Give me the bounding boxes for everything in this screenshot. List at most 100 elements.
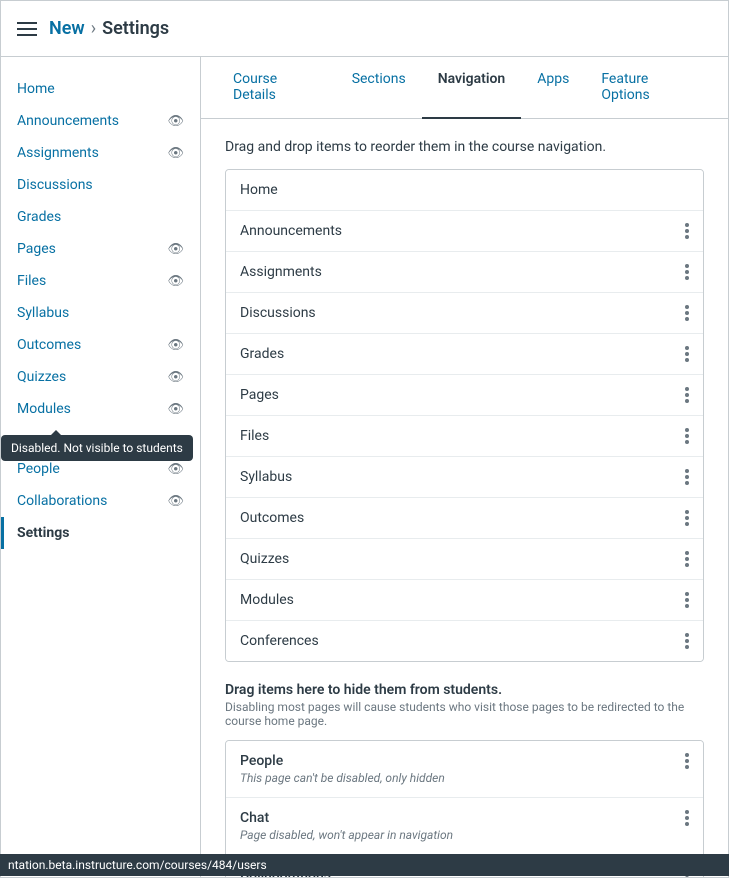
tab-apps[interactable]: Apps (521, 57, 585, 119)
sidebar: Home Announcements 👁 Assignments 👁 Discu… (1, 57, 201, 877)
sidebar-item-settings[interactable]: Settings (1, 517, 200, 549)
eye-icon-files[interactable]: 👁 (167, 274, 184, 289)
nav-item-quizzes[interactable]: Quizzes (226, 539, 703, 580)
hide-item-desc-chat: Page disabled, won't appear in navigatio… (240, 828, 453, 842)
menu-dots-outcomes[interactable] (685, 510, 689, 526)
hide-item-desc-people: This page can't be disabled, only hidden (240, 771, 445, 785)
sidebar-item-modules[interactable]: Modules 👁 Disabled. Not visible to stude… (1, 393, 200, 425)
sidebar-link-syllabus[interactable]: Syllabus (17, 305, 69, 321)
sidebar-item-discussions[interactable]: Discussions (1, 169, 200, 201)
navigation-content: Drag and drop items to reorder them in t… (201, 119, 728, 877)
sidebar-item-files[interactable]: Files 👁 (1, 265, 200, 297)
hide-item-people[interactable]: People This page can't be disabled, only… (226, 741, 703, 798)
sidebar-link-discussions[interactable]: Discussions (17, 177, 93, 193)
nav-item-syllabus[interactable]: Syllabus (226, 457, 703, 498)
hide-item-name-people: People (240, 753, 445, 769)
sidebar-link-pages[interactable]: Pages (17, 241, 56, 257)
menu-dots-files[interactable] (685, 428, 689, 444)
sidebar-link-outcomes[interactable]: Outcomes (17, 337, 81, 353)
nav-item-files[interactable]: Files (226, 416, 703, 457)
sidebar-item-home[interactable]: Home (1, 73, 200, 105)
eye-icon-outcomes[interactable]: 👁 (167, 338, 184, 353)
hide-title-text: Drag items here to hide them from studen… (225, 682, 704, 698)
sidebar-link-announcements[interactable]: Announcements (17, 113, 119, 129)
sidebar-link-assignments[interactable]: Assignments (17, 145, 99, 161)
nav-item-name-grades: Grades (240, 346, 284, 362)
sidebar-link-settings: Settings (17, 525, 69, 541)
nav-item-name-assignments: Assignments (240, 264, 322, 280)
page-layout: Home Announcements 👁 Assignments 👁 Discu… (1, 57, 728, 877)
nav-item-name-quizzes: Quizzes (240, 551, 289, 567)
hide-item-chat[interactable]: Chat Page disabled, won't appear in navi… (226, 798, 703, 855)
eye-icon-pages[interactable]: 👁 (167, 242, 184, 257)
tab-feature-options[interactable]: Feature Options (585, 57, 712, 119)
nav-item-discussions[interactable]: Discussions (226, 293, 703, 334)
sidebar-link-files[interactable]: Files (17, 273, 46, 289)
sidebar-link-collaborations[interactable]: Collaborations (17, 493, 107, 509)
menu-dots-quizzes[interactable] (685, 551, 689, 567)
menu-dots-conferences[interactable] (685, 633, 689, 649)
sidebar-item-assignments[interactable]: Assignments 👁 (1, 137, 200, 169)
nav-item-conferences[interactable]: Conferences (226, 621, 703, 661)
menu-dots-hide-people[interactable] (685, 753, 689, 769)
sidebar-item-collaborations[interactable]: Collaborations 👁 (1, 485, 200, 517)
menu-dots-assignments[interactable] (685, 264, 689, 280)
nav-item-name-conferences: Conferences (240, 633, 319, 649)
hide-subtitle-text: Disabling most pages will cause students… (225, 700, 704, 728)
menu-dots-discussions[interactable] (685, 305, 689, 321)
hide-item-text-chat: Chat Page disabled, won't appear in navi… (240, 810, 453, 842)
nav-item-home[interactable]: Home (226, 170, 703, 211)
eye-icon-assignments[interactable]: 👁 (167, 146, 184, 161)
nav-item-pages[interactable]: Pages (226, 375, 703, 416)
tab-navigation[interactable]: Navigation (422, 57, 522, 119)
settings-tabs: Course Details Sections Navigation Apps … (201, 57, 728, 119)
sidebar-link-modules[interactable]: Modules (17, 401, 71, 417)
drag-hint-text: Drag and drop items to reorder them in t… (225, 139, 704, 155)
nav-item-name-announcements: Announcements (240, 223, 342, 239)
sidebar-item-announcements[interactable]: Announcements 👁 (1, 105, 200, 137)
eye-icon-modules[interactable]: 👁 (167, 402, 184, 417)
sidebar-item-quizzes[interactable]: Quizzes 👁 (1, 361, 200, 393)
nav-item-name-modules: Modules (240, 592, 294, 608)
sidebar-link-quizzes[interactable]: Quizzes (17, 369, 66, 385)
nav-items-list: Home Announcements Assignments Discussio… (225, 169, 704, 662)
nav-item-grades[interactable]: Grades (226, 334, 703, 375)
modules-tooltip: Disabled. Not visible to students (1, 435, 193, 461)
status-url: ntation.beta.instructure.com/courses/484… (8, 858, 267, 872)
hamburger-menu-icon[interactable] (17, 22, 37, 36)
menu-dots-hide-chat[interactable] (685, 810, 689, 826)
sidebar-item-syllabus[interactable]: Syllabus (1, 297, 200, 329)
hide-section: Drag items here to hide them from studen… (225, 682, 704, 877)
nav-item-outcomes[interactable]: Outcomes (226, 498, 703, 539)
menu-dots-modules[interactable] (685, 592, 689, 608)
sidebar-link-home[interactable]: Home (17, 81, 55, 97)
menu-dots-grades[interactable] (685, 346, 689, 362)
menu-dots-syllabus[interactable] (685, 469, 689, 485)
sidebar-item-outcomes[interactable]: Outcomes 👁 (1, 329, 200, 361)
tab-course-details[interactable]: Course Details (217, 57, 336, 119)
nav-item-name-discussions: Discussions (240, 305, 316, 321)
tab-sections[interactable]: Sections (336, 57, 422, 119)
breadcrumb-new-link[interactable]: New (49, 18, 85, 39)
eye-icon-people[interactable]: 👁 (167, 462, 184, 477)
eye-icon-announcements[interactable]: 👁 (167, 114, 184, 129)
sidebar-item-pages[interactable]: Pages 👁 (1, 233, 200, 265)
sidebar-link-people[interactable]: People (17, 461, 60, 477)
hide-item-text-people: People This page can't be disabled, only… (240, 753, 445, 785)
nav-item-modules[interactable]: Modules (226, 580, 703, 621)
menu-dots-announcements[interactable] (685, 223, 689, 239)
nav-item-name-syllabus: Syllabus (240, 469, 292, 485)
eye-icon-quizzes[interactable]: 👁 (167, 370, 184, 385)
status-bar: ntation.beta.instructure.com/courses/484… (0, 854, 729, 876)
nav-item-name-outcomes: Outcomes (240, 510, 304, 526)
sidebar-link-grades[interactable]: Grades (17, 209, 61, 225)
nav-item-name-pages: Pages (240, 387, 279, 403)
nav-item-assignments[interactable]: Assignments (226, 252, 703, 293)
breadcrumb-current: Settings (102, 18, 169, 39)
sidebar-item-grades[interactable]: Grades (1, 201, 200, 233)
main-content: Course Details Sections Navigation Apps … (201, 57, 728, 877)
nav-item-announcements[interactable]: Announcements (226, 211, 703, 252)
menu-dots-pages[interactable] (685, 387, 689, 403)
header: New › Settings (1, 1, 728, 57)
eye-icon-collaborations[interactable]: 👁 (167, 494, 184, 509)
